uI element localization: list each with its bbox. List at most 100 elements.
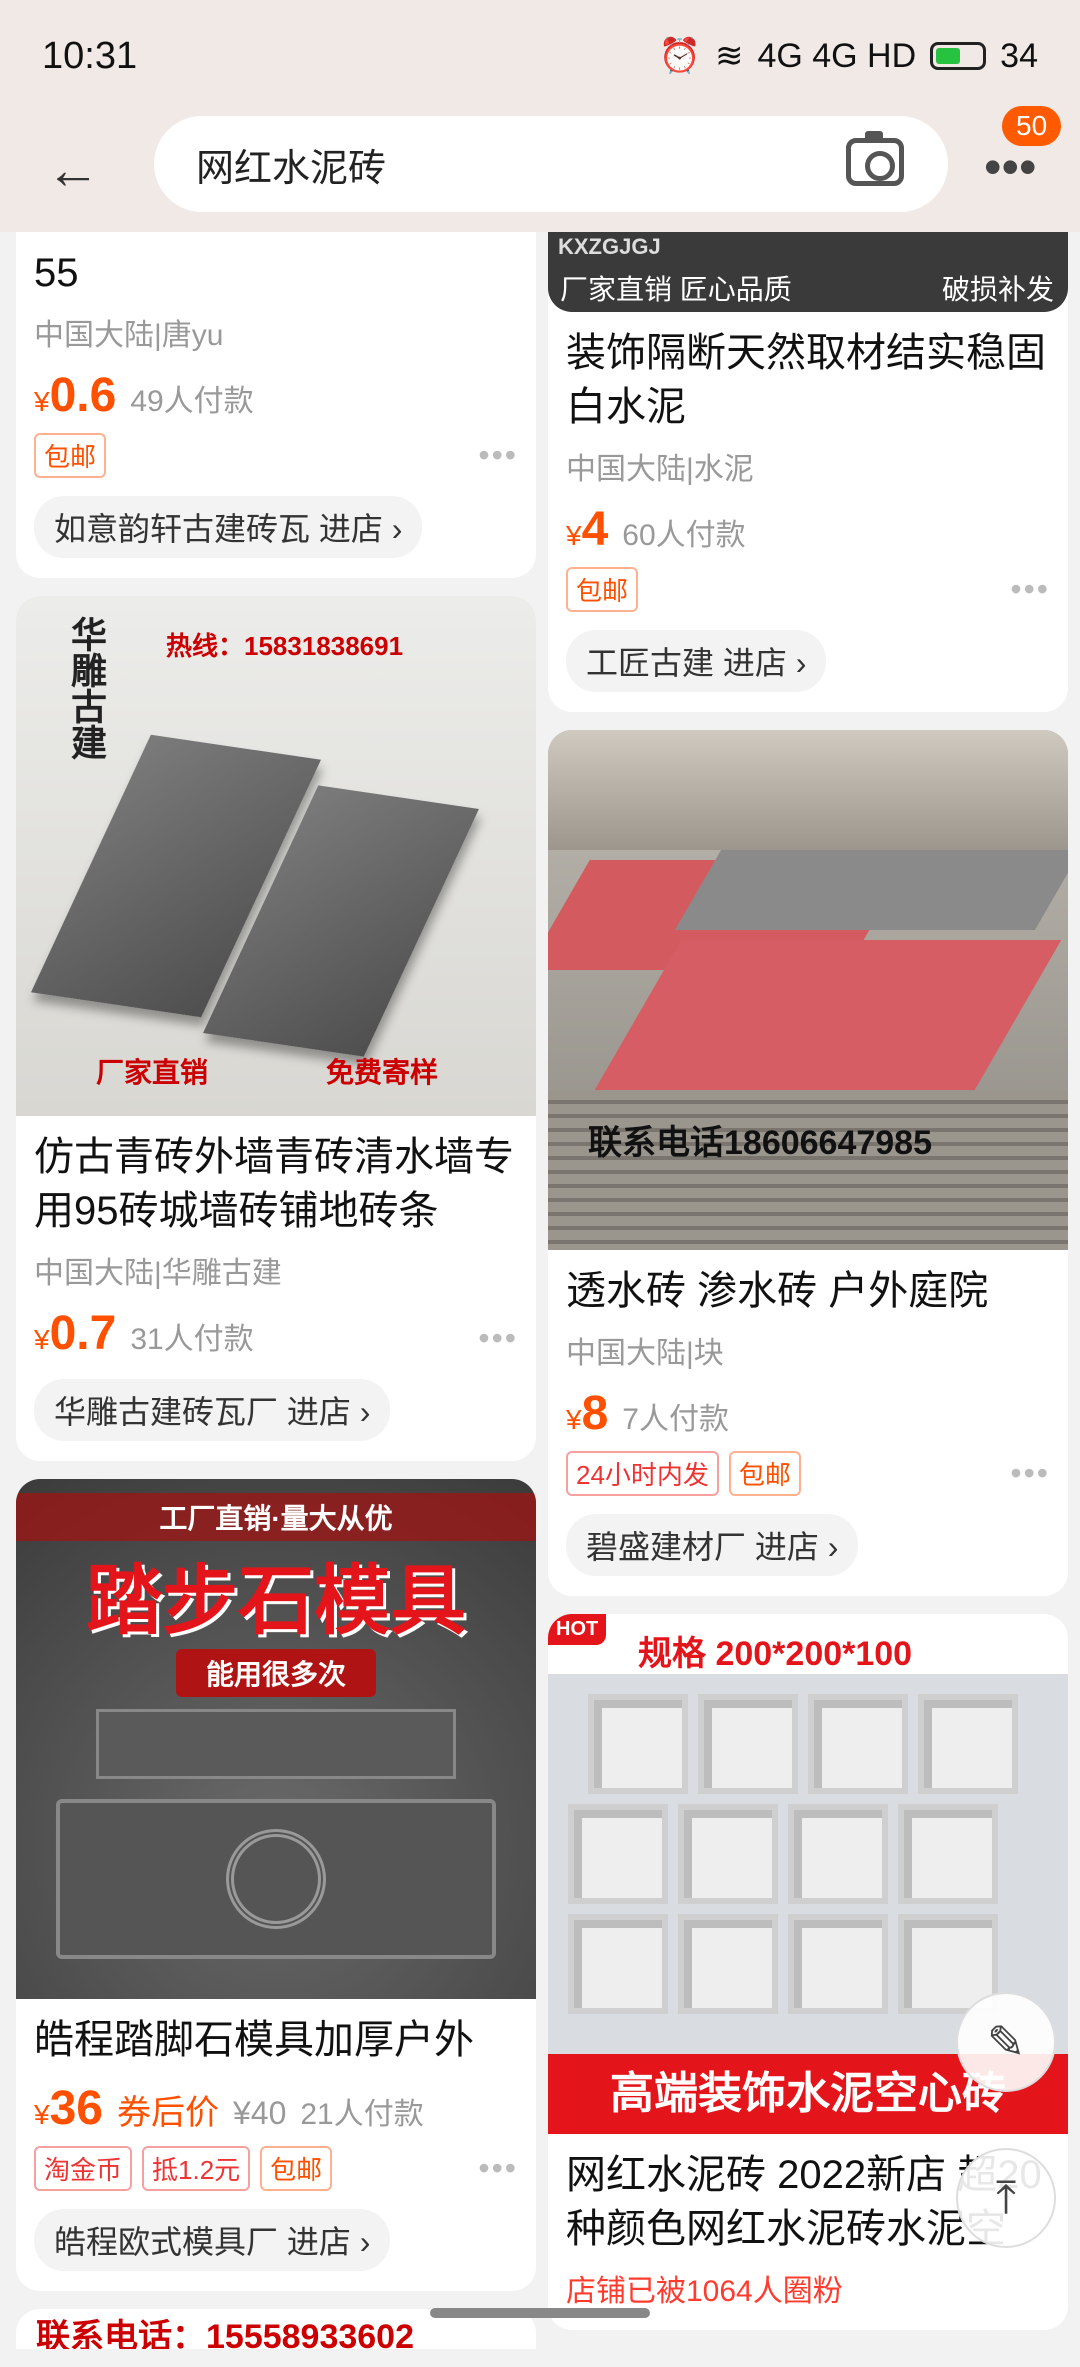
- alarm-icon: ⏰: [658, 37, 701, 75]
- image-right-slogan: 破损补发: [941, 274, 1054, 305]
- product-price: 0.7: [49, 1307, 117, 1360]
- product-card-left-3[interactable]: 工厂直销·量大从优 踏步石模具 能用很多次 皓程踏脚石模具加厚户外 ¥36 券后…: [16, 1479, 536, 2291]
- image-right-slogan: 免费寄样: [326, 1057, 439, 1088]
- image-top-banner: 工厂直销·量大从优: [16, 1493, 536, 1541]
- battery-level: 34: [1000, 36, 1038, 75]
- search-input[interactable]: 网红水泥砖: [154, 116, 948, 212]
- block-shape: [898, 1804, 998, 1904]
- product-price: 0.6: [49, 369, 117, 422]
- product-title: 透水砖 渗水砖 户外庭院: [566, 1269, 989, 1313]
- product-location: 中国大陆|水泥: [566, 453, 754, 486]
- more-dots-icon[interactable]: •••: [478, 437, 518, 474]
- taojinbi-badge: 淘金币: [34, 2146, 133, 2191]
- status-icons: ⏰ ≋ 4G 4G HD 34: [659, 36, 1038, 76]
- product-price: 36: [49, 2082, 103, 2135]
- store-link[interactable]: 碧盛建材厂 进店 ›: [566, 1514, 859, 1576]
- more-dots-icon[interactable]: •••: [1010, 1455, 1050, 1492]
- product-image: 联系电话18606647985: [548, 730, 1068, 1250]
- step-slab: [96, 1709, 456, 1779]
- ship-24h-badge: 24小时内发: [566, 1451, 719, 1496]
- image-subtitle: 能用很多次: [176, 1649, 376, 1697]
- currency-symbol: ¥: [34, 2099, 50, 2130]
- product-card-left-2[interactable]: 华雕古建 热线：15831838691 厂家直销 免费寄样 仿古青砖外墙青砖清水…: [16, 596, 536, 1461]
- sold-count: 21人付款: [300, 2098, 424, 2131]
- hotline-text: 热线：15831838691: [166, 631, 404, 661]
- block-shape: [588, 1694, 688, 1794]
- hot-label: HOT: [548, 1614, 607, 1645]
- image-big-title: 踏步石模具: [86, 1559, 466, 1644]
- product-location: 中国大陆|唐yu: [34, 319, 224, 352]
- block-shape: [568, 1914, 668, 2014]
- search-header: ← 网红水泥砖 ••• 50: [0, 106, 1080, 232]
- product-card-right-1[interactable]: KXZGJGJ 厂家直销 匠心品质 破损补发 装饰隔断天然取材结实稳固白水泥 中…: [548, 232, 1068, 712]
- free-shipping-badge: 包邮: [566, 567, 639, 612]
- left-column: 55 中国大陆|唐yu ¥0.6 49人付款 包邮 ••• 如意韵轩古建砖瓦 进…: [16, 232, 536, 2367]
- sold-count: 31人付款: [130, 1323, 254, 1356]
- product-image: 华雕古建 热线：15831838691 厂家直销 免费寄样: [16, 596, 536, 1116]
- edit-fab-icon[interactable]: ✎: [956, 1992, 1056, 2092]
- product-title: 仿古青砖外墙青砖清水墙专用95砖城墙砖铺地砖条: [34, 1135, 514, 1233]
- product-image: 工厂直销·量大从优 踏步石模具 能用很多次: [16, 1479, 536, 1999]
- sold-count: 7人付款: [622, 1403, 729, 1436]
- currency-symbol: ¥: [34, 1324, 50, 1355]
- store-link[interactable]: 皓程欧式模具厂 进店 ›: [34, 2209, 391, 2271]
- camera-icon[interactable]: [846, 131, 904, 186]
- image-phone-text: 联系电话18606647985: [588, 1124, 933, 1162]
- store-link[interactable]: 工匠古建 进店 ›: [566, 630, 827, 692]
- product-title: 装饰隔断天然取材结实稳固白水泥: [566, 331, 1046, 429]
- paver-stack: [548, 1090, 1068, 1250]
- currency-symbol: ¥: [566, 520, 582, 551]
- back-arrow-icon[interactable]: ←: [46, 140, 106, 200]
- currency-symbol: ¥: [566, 1404, 582, 1435]
- product-title: 55: [34, 251, 79, 295]
- free-shipping-badge: 包邮: [260, 2146, 333, 2191]
- battery-icon: [930, 42, 987, 70]
- currency-symbol: ¥: [34, 386, 50, 417]
- product-location: 中国大陆|华雕古建: [34, 1257, 282, 1290]
- search-text: 网红水泥砖: [196, 147, 387, 190]
- free-shipping-badge: 包邮: [728, 1451, 801, 1496]
- gray-paver: [674, 850, 1068, 930]
- store-link[interactable]: 如意韵轩古建砖瓦 进店 ›: [34, 496, 423, 558]
- free-shipping-badge: 包邮: [34, 433, 107, 478]
- network-label: 4G 4G HD: [757, 36, 917, 75]
- product-location: 中国大陆|块: [566, 1337, 724, 1370]
- store-link[interactable]: 华雕古建砖瓦厂 进店 ›: [34, 1379, 391, 1441]
- product-card-left-1[interactable]: 55 中国大陆|唐yu ¥0.6 49人付款 包邮 ••• 如意韵轩古建砖瓦 进…: [16, 232, 536, 578]
- block-shape: [678, 1914, 778, 2014]
- coupon-price-label: 券后价: [116, 2094, 219, 2132]
- store-fans-text: 店铺已被1064人圈粉: [566, 2275, 843, 2308]
- image-left-slogan: 厂家直销 匠心品质: [560, 274, 792, 305]
- block-shape: [788, 1804, 888, 1904]
- emblem-shape: [226, 1829, 326, 1929]
- discount-badge: 抵1.2元: [142, 2146, 251, 2191]
- sold-count: 49人付款: [130, 385, 254, 418]
- background-building: [548, 730, 1068, 850]
- more-dots-icon[interactable]: •••: [1010, 571, 1050, 608]
- image-left-slogan: 厂家直销: [96, 1057, 209, 1088]
- status-bar: 10:31 ⏰ ≋ 4G 4G HD 34: [0, 0, 1080, 112]
- sold-count: 60人付款: [622, 519, 746, 552]
- product-price: 8: [581, 1387, 609, 1440]
- block-shape: [678, 1804, 778, 1904]
- back-to-top-icon[interactable]: ⤒: [956, 2148, 1056, 2248]
- image-code-text: KXZGJGJ: [558, 234, 661, 259]
- original-price: ¥40: [232, 2095, 287, 2131]
- product-image: KXZGJGJ 厂家直销 匠心品质 破损补发: [548, 232, 1068, 312]
- block-shape: [808, 1694, 908, 1794]
- home-indicator: [430, 2308, 650, 2318]
- more-dots-icon[interactable]: •••: [478, 1320, 518, 1357]
- block-shape: [568, 1804, 668, 1904]
- more-dots-icon[interactable]: •••: [478, 2150, 518, 2187]
- block-shape: [698, 1694, 798, 1794]
- message-badge: 50: [1002, 106, 1062, 146]
- wifi-icon: ≋: [714, 37, 744, 75]
- product-card-right-2[interactable]: 联系电话18606647985 透水砖 渗水砖 户外庭院 中国大陆|块 ¥8 7…: [548, 730, 1068, 1596]
- clock: 10:31: [42, 34, 138, 77]
- more-menu-icon[interactable]: •••: [984, 142, 1054, 192]
- block-shape: [918, 1694, 1018, 1794]
- block-shape: [788, 1914, 888, 2014]
- product-price: 4: [581, 503, 609, 556]
- spec-label: 规格 200*200*100: [638, 1635, 913, 1673]
- product-title: 皓程踏脚石模具加厚户外: [34, 2018, 474, 2062]
